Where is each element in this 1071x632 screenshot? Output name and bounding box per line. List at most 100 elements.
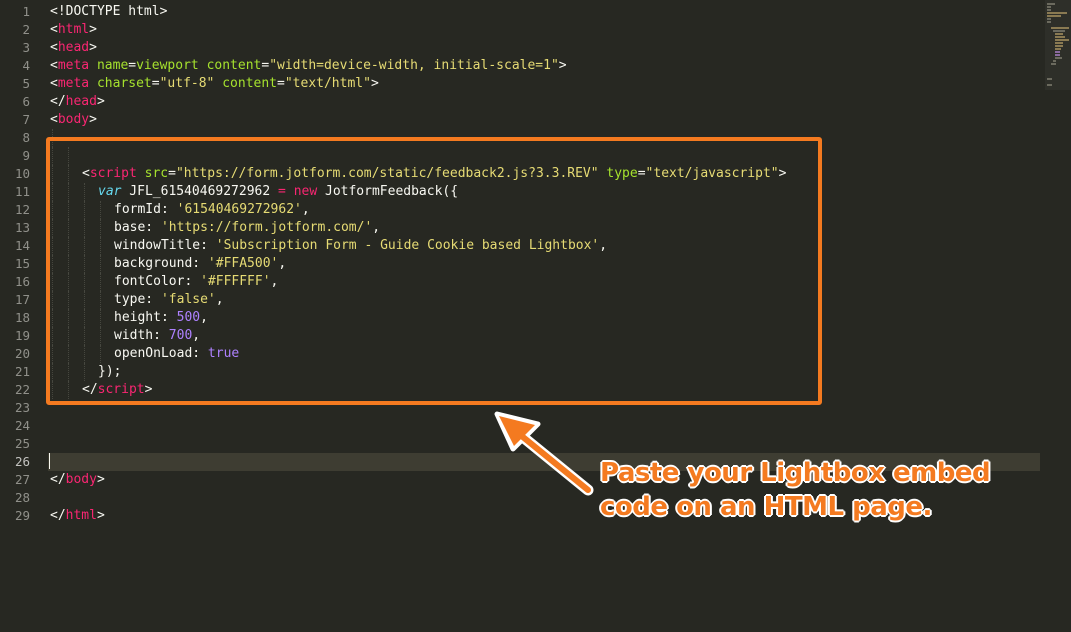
embed-code-highlight-box <box>46 137 822 405</box>
line-number: 19 <box>14 328 30 343</box>
minimap-row <box>1055 36 1065 38</box>
line-number: 5 <box>22 76 30 91</box>
line-number: 24 <box>14 418 30 433</box>
code-line-6[interactable]: </head> <box>50 93 1040 111</box>
line-number: 14 <box>14 238 30 253</box>
minimap-row <box>1055 39 1069 41</box>
callout-line-2: code on an HTML page. <box>600 492 932 522</box>
line-number: 15 <box>14 256 30 271</box>
code-line-1[interactable]: <!DOCTYPE html> <box>50 3 1040 21</box>
line-number: 16 <box>14 274 30 289</box>
line-number: 3 <box>22 40 30 55</box>
text-caret <box>49 453 50 469</box>
code-line-7[interactable]: <body> <box>50 111 1040 129</box>
token: </ <box>50 508 66 523</box>
code-line-4[interactable]: <meta name=viewport content="width=devic… <box>50 57 1040 75</box>
attribute-name: content <box>206 58 262 73</box>
line-number: 23 <box>14 400 30 415</box>
token: < <box>50 22 58 37</box>
line-number: 9 <box>22 148 30 163</box>
token: </ <box>50 94 66 109</box>
token: > <box>96 508 105 523</box>
tag-name: meta <box>57 76 90 91</box>
string-literal: "width=device-width, initial-scale=1" <box>269 58 559 73</box>
tag-name: html <box>57 22 90 37</box>
minimap-row <box>1047 15 1061 17</box>
attribute-name: charset <box>96 76 152 91</box>
tag-name: head <box>57 40 90 55</box>
minimap-row <box>1051 63 1056 65</box>
minimap-row <box>1053 30 1065 32</box>
token: = <box>128 58 137 73</box>
minimap-row <box>1047 9 1051 11</box>
code-line-24[interactable] <box>50 417 1040 435</box>
line-number: 7 <box>22 112 30 127</box>
minimap-row <box>1055 54 1060 56</box>
minimap-row <box>1055 33 1063 35</box>
string-literal: "utf-8" <box>159 76 215 91</box>
line-number: 20 <box>14 346 30 361</box>
code-editor[interactable]: 1 2 3 4 5 6 7 8 9 10 11 12 13 14 15 16 17 18 19 20 21 22 23 24 2… <box>0 0 1071 632</box>
line-number: 6 <box>22 94 30 109</box>
minimap-row <box>1047 18 1051 20</box>
line-number: 22 <box>14 382 30 397</box>
minimap-row <box>1047 84 1052 86</box>
line-number: 28 <box>14 490 30 505</box>
token: = <box>277 76 285 91</box>
token: < <box>50 58 58 73</box>
minimap-row <box>1047 21 1051 23</box>
tag-name: body <box>65 472 97 487</box>
code-line-25[interactable] <box>50 435 1040 453</box>
string-literal: "text/html" <box>284 76 371 91</box>
attribute-name: content <box>222 76 278 91</box>
line-number: 25 <box>14 436 30 451</box>
minimap-row <box>1055 42 1063 44</box>
token: > <box>370 76 379 91</box>
attribute-name: name <box>96 58 129 73</box>
code-line-3[interactable]: <head> <box>50 39 1040 57</box>
tag-name: head <box>65 94 97 109</box>
line-number: 27 <box>14 472 30 487</box>
line-number: 13 <box>14 220 30 235</box>
callout-text: Paste your Lightbox embed code on an HTM… <box>600 456 1040 524</box>
line-number: 17 <box>14 292 30 307</box>
tag-name: html <box>65 508 97 523</box>
line-number: 21 <box>14 364 30 379</box>
minimap-row <box>1055 48 1061 50</box>
minimap-row <box>1047 3 1055 5</box>
line-number: 12 <box>14 202 30 217</box>
tag-name: body <box>57 112 90 127</box>
token: > <box>89 112 97 127</box>
minimap-row <box>1055 51 1060 53</box>
callout-line-1: Paste your Lightbox embed <box>600 458 991 488</box>
token: < <box>50 40 58 55</box>
token: > <box>558 58 567 73</box>
line-number: 18 <box>14 310 30 325</box>
token: = <box>261 58 270 73</box>
line-number: 10 <box>14 166 30 181</box>
line-number: 8 <box>22 130 30 145</box>
minimap-row <box>1047 78 1052 80</box>
minimap-row <box>1051 27 1069 29</box>
token: = <box>151 76 160 91</box>
minimap-row <box>1047 6 1051 8</box>
line-number-gutter: 1 2 3 4 5 6 7 8 9 10 11 12 13 14 15 16 17 18 19 20 21 22 23 24 2… <box>0 3 40 525</box>
code-line-5[interactable]: <meta charset="utf-8" content="text/html… <box>50 75 1040 93</box>
minimap-row <box>1053 60 1056 62</box>
token: < <box>50 112 58 127</box>
line-number: 4 <box>22 58 30 73</box>
attribute-value: viewport <box>136 58 199 73</box>
line-number: 1 <box>22 4 30 19</box>
token: </ <box>50 472 66 487</box>
code-line-2[interactable]: <html> <box>50 21 1040 39</box>
line-number: 2 <box>22 22 30 37</box>
line-number: 29 <box>14 508 30 523</box>
token: > <box>96 94 105 109</box>
minimap-row <box>1047 12 1067 14</box>
token: > <box>89 22 97 37</box>
minimap[interactable] <box>1045 0 1071 90</box>
token: > <box>89 40 97 55</box>
